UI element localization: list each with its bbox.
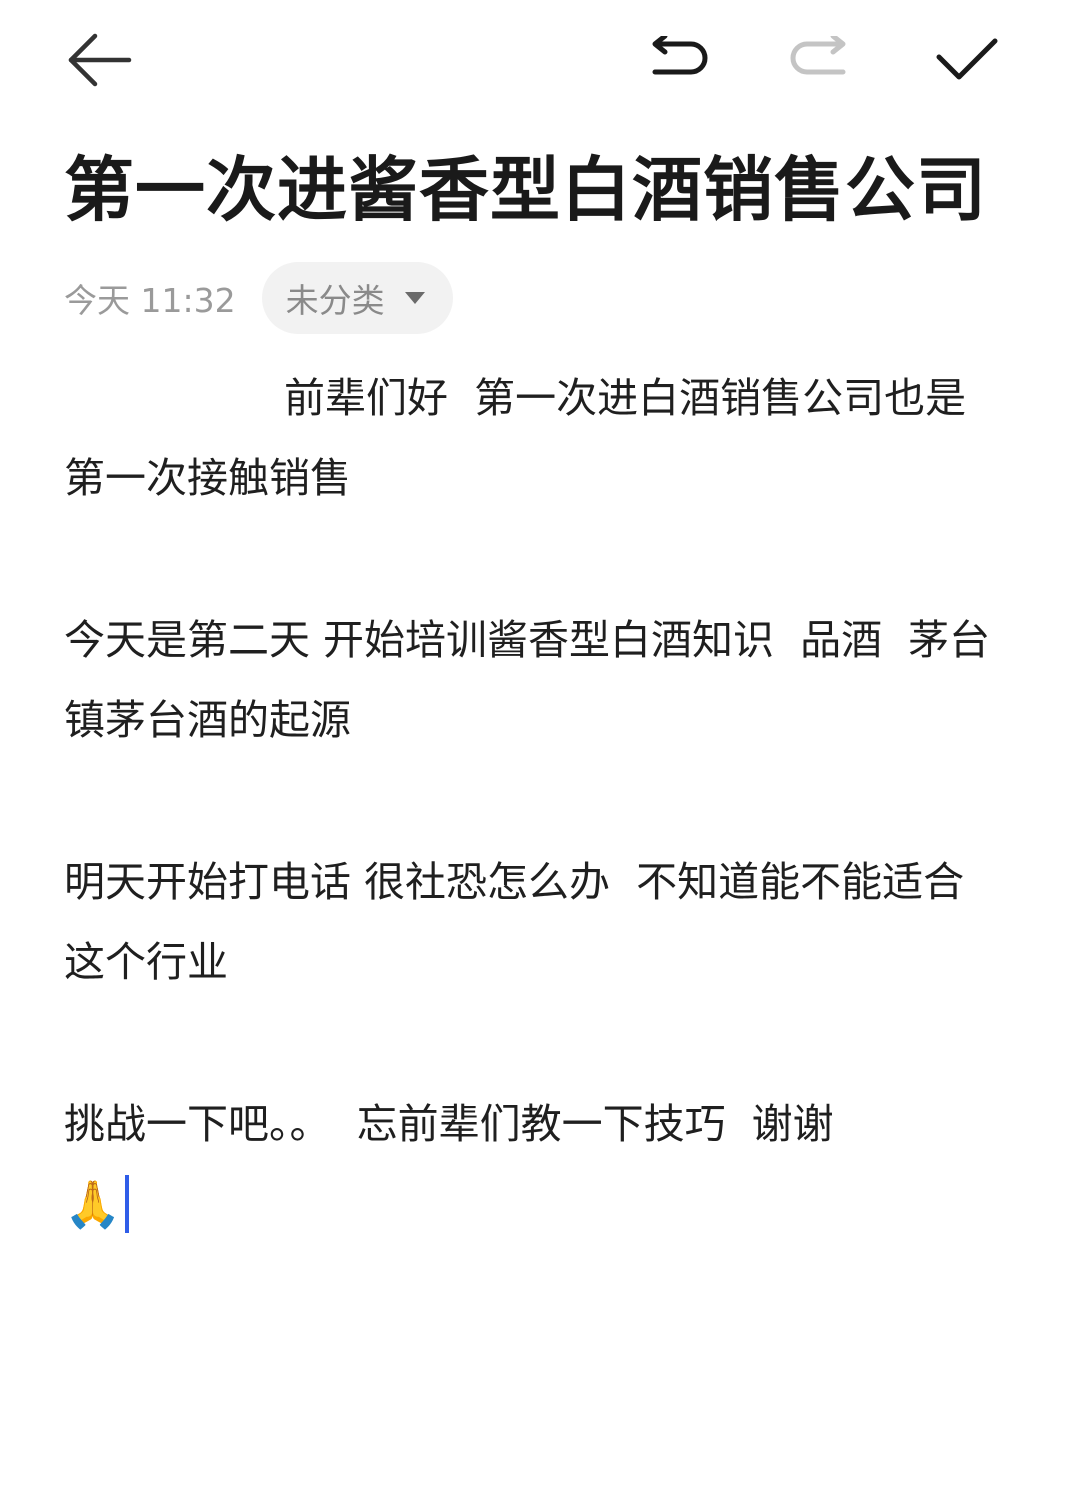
last-line: 🙏 [64,1164,1004,1244]
arrow-left-icon [68,33,132,87]
category-dropdown[interactable]: 未分类 [261,262,453,334]
paragraph: 明天开始打电话 很社恐怎么办 不知道能不能适合这个行业 [64,858,965,986]
category-label: 未分类 [285,281,385,320]
note-meta: 今天 11:32 未分类 [64,262,453,334]
paragraph: 前辈们好 第一次进白酒销售公司也是第一次接触销售 [64,374,967,502]
paragraph: 挑战一下吧。。 忘前辈们教一下技巧 谢谢 [64,1100,834,1148]
undo-button[interactable] [640,22,716,98]
praying-hands-emoji: 🙏 [64,1177,122,1231]
caret-down-icon [404,292,425,304]
note-body[interactable]: 前辈们好 第一次进白酒销售公司也是第一次接触销售 今天是第二天 开始培训酱香型白… [64,358,1004,1244]
paragraph: 今天是第二天 开始培训酱香型白酒知识 品酒 茅台镇茅台酒的起源 [64,616,991,744]
note-timestamp: 今天 11:32 [64,281,236,320]
redo-icon [790,36,846,75]
done-button[interactable] [928,22,1004,98]
back-button[interactable] [60,22,136,98]
undo-icon [652,36,708,75]
checkmark-icon [936,38,998,80]
redo-button[interactable] [782,22,858,98]
editor-toolbar [0,0,1074,120]
text-cursor [125,1175,130,1233]
note-title[interactable]: 第一次进酱香型白酒销售公司 [64,140,1024,240]
